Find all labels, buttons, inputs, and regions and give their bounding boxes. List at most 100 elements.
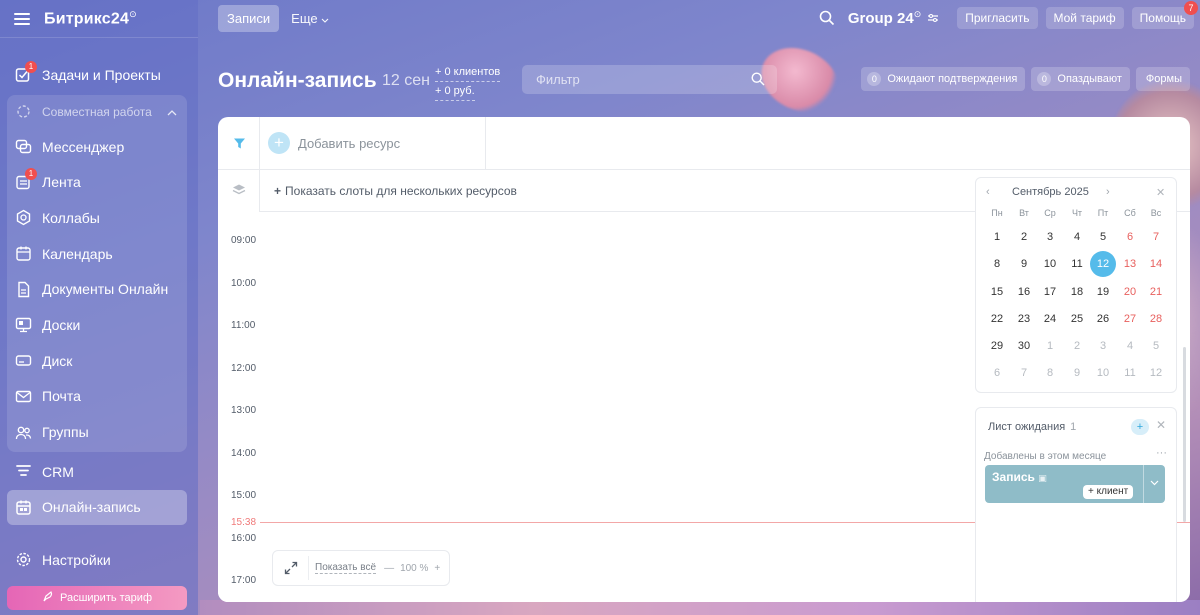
sidebar-item-mail[interactable]: Почта [7, 379, 187, 415]
upgrade-plan-button[interactable]: Расширить тариф [7, 586, 187, 610]
awaiting-confirmation-button[interactable]: 0 Ожидают подтверждения [861, 67, 1026, 91]
portal-name[interactable]: Group 24⊙ [848, 9, 921, 27]
zoom-out-button[interactable]: — [384, 563, 394, 574]
calendar-day[interactable]: 8 [1037, 360, 1063, 386]
calendar-day[interactable]: 18 [1064, 279, 1090, 305]
tab-bookings[interactable]: Записи [218, 4, 280, 32]
calendar-day[interactable]: 26 [1090, 306, 1116, 332]
calendar-day[interactable]: 11 [1117, 360, 1143, 386]
more-icon[interactable]: ··· [1156, 447, 1167, 459]
sidebar-item-booking[interactable]: Онлайн-запись [7, 489, 187, 526]
tab-more[interactable]: Еще [291, 11, 329, 26]
calendar-day[interactable]: 17 [1037, 279, 1063, 305]
show-slots-button[interactable]: + Показать слоты для нескольких ресурсов [274, 184, 517, 198]
calendar-day[interactable]: 15 [984, 279, 1010, 305]
calendar-day-today[interactable]: 12 [1090, 251, 1116, 277]
calendar-day[interactable]: 3 [1090, 333, 1116, 359]
chevron-left-icon[interactable]: ‹ [986, 186, 990, 198]
calendar-day[interactable]: 5 [1090, 224, 1116, 250]
calendar-day[interactable]: 2 [1011, 224, 1037, 250]
sidebar-item-crm[interactable]: CRM [7, 454, 187, 490]
add-resource-button[interactable]: + Добавить ресурс [268, 132, 400, 154]
calendar-day[interactable]: 8 [984, 251, 1010, 277]
waitlist-item[interactable]: Запись ▣ + клиент [985, 465, 1165, 503]
sidebar-item-settings[interactable]: Настройки [7, 542, 187, 578]
help-button[interactable]: Помощь 7 [1131, 1, 1198, 29]
calendar-day[interactable]: 22 [984, 306, 1010, 332]
calendar-day[interactable]: 30 [1011, 333, 1037, 359]
calendar-day[interactable]: 3 [1037, 224, 1063, 250]
calendar-day[interactable]: 20 [1117, 279, 1143, 305]
forms-button[interactable]: Формы [1135, 67, 1190, 91]
brand-logo[interactable]: Битрикс24⊙ [44, 9, 137, 28]
calendar-day[interactable]: 14 [1143, 251, 1169, 277]
notification-badge: 1 [25, 61, 37, 73]
calendar-day[interactable]: 13 [1117, 251, 1143, 277]
calendar-day[interactable]: 16 [1011, 279, 1037, 305]
sidebar-item-documents[interactable]: Документы Онлайн [7, 271, 187, 307]
sidebar-nav: 1 Задачи и Проекты Совместная работа Мес… [7, 57, 187, 526]
calendar-day[interactable]: 4 [1117, 333, 1143, 359]
calendar-day[interactable]: 21 [1143, 279, 1169, 305]
time-label: 15:00 [231, 490, 257, 501]
calendar-day[interactable]: 1 [1037, 333, 1063, 359]
revenue-stat[interactable]: + 0 руб. [435, 82, 475, 101]
chevron-right-icon[interactable]: › [1106, 186, 1110, 198]
sidebar-group-header[interactable]: Совместная работа [7, 95, 187, 129]
calendar-day[interactable]: 7 [1011, 360, 1037, 386]
calendar-day[interactable]: 12 [1143, 360, 1169, 386]
time-column: 09:00 10:00 11:00 12:00 13:00 14:00 15:0… [218, 212, 260, 602]
calendar-day[interactable]: 10 [1090, 360, 1116, 386]
calendar-day[interactable]: 6 [1117, 224, 1143, 250]
calendar-day[interactable]: 28 [1143, 306, 1169, 332]
calendar-day[interactable]: 7 [1143, 224, 1169, 250]
layers-icon[interactable] [232, 183, 246, 197]
calendar-day[interactable]: 10 [1037, 251, 1063, 277]
sidebar-item-messenger[interactable]: Мессенджер [7, 129, 187, 165]
weekday-label: Вс [1150, 208, 1162, 218]
calendar-day[interactable]: 5 [1143, 333, 1169, 359]
calendar-day[interactable]: 2 [1064, 333, 1090, 359]
calendar-day[interactable]: 1 [984, 224, 1010, 250]
sidebar-item-collabs[interactable]: Коллабы [7, 200, 187, 236]
chevron-up-icon[interactable] [167, 105, 177, 119]
zoom-in-button[interactable]: + [434, 563, 440, 574]
close-icon[interactable]: ✕ [1156, 418, 1166, 432]
calendar-day[interactable]: 19 [1090, 279, 1116, 305]
filter-input[interactable]: Фильтр [522, 65, 777, 94]
sidebar-item-groups[interactable]: Группы [7, 414, 187, 450]
collapse-icon[interactable]: ✕ [1156, 186, 1165, 199]
filter-icon[interactable] [233, 137, 246, 150]
settings-sliders-icon[interactable] [927, 12, 939, 24]
late-button[interactable]: 0 Опаздывают [1031, 67, 1130, 91]
sidebar-item-disk[interactable]: Диск [7, 343, 187, 379]
calendar-day[interactable]: 27 [1117, 306, 1143, 332]
calendar-day[interactable]: 9 [1064, 360, 1090, 386]
add-client-button[interactable]: + клиент [1083, 485, 1134, 499]
sidebar-item-boards[interactable]: Доски [7, 307, 187, 343]
scrollbar[interactable] [1183, 347, 1186, 522]
calendar-day[interactable]: 29 [984, 333, 1010, 359]
calendar-day[interactable]: 4 [1064, 224, 1090, 250]
chevron-down-icon[interactable] [1143, 465, 1165, 503]
expand-icon[interactable] [284, 561, 298, 575]
my-plan-button[interactable]: Мой тариф [1045, 7, 1124, 29]
calendar-day[interactable]: 24 [1037, 306, 1063, 332]
sidebar-item-tasks[interactable]: 1 Задачи и Проекты [7, 57, 187, 93]
calendar-day[interactable]: 23 [1011, 306, 1037, 332]
sidebar-item-calendar[interactable]: Календарь [7, 236, 187, 272]
waitlist-add-button[interactable]: + [1131, 419, 1149, 435]
search-icon[interactable] [751, 72, 765, 86]
show-all-button[interactable]: Показать всё [315, 562, 377, 574]
time-label: 09:00 [231, 235, 257, 246]
invite-button[interactable]: Пригласить [957, 7, 1038, 29]
search-icon[interactable] [819, 10, 835, 26]
sidebar-item-feed[interactable]: 1 Лента [7, 164, 187, 200]
calendar-day[interactable]: 9 [1011, 251, 1037, 277]
menu-icon[interactable] [14, 12, 30, 25]
calendar-day[interactable]: 25 [1064, 306, 1090, 332]
clients-stat[interactable]: + 0 клиентов [435, 63, 501, 82]
calendar-day[interactable]: 6 [984, 360, 1010, 386]
plus-icon: + [268, 132, 290, 154]
calendar-day[interactable]: 11 [1064, 251, 1090, 277]
